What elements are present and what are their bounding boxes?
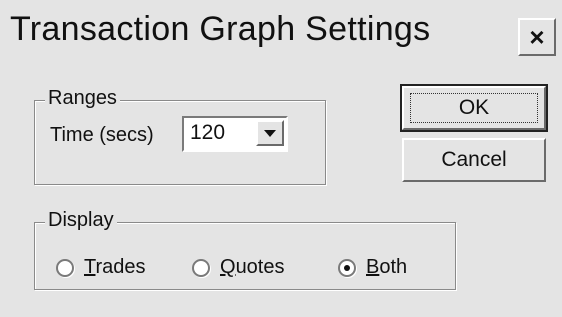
radio-trades-label: Trades (84, 256, 146, 278)
title-bar: Transaction Graph Settings × (0, 0, 562, 78)
ok-button-label: OK (458, 96, 490, 119)
chevron-down-icon (264, 130, 276, 137)
window-title: Transaction Graph Settings (10, 10, 431, 48)
radio-both-label: Both (366, 256, 408, 278)
ranges-group-label: Ranges (45, 87, 120, 110)
cancel-button-label: Cancel (441, 148, 507, 171)
transaction-graph-settings-dialog: Transaction Graph Settings × Ranges Time… (0, 0, 562, 317)
radio-both[interactable]: Both (338, 256, 407, 279)
radio-quotes-label: Quotes (220, 256, 285, 278)
ok-button[interactable]: OK (400, 84, 548, 132)
time-value: 120 (190, 121, 226, 144)
close-icon: × (529, 22, 545, 52)
radio-trades[interactable]: Trades (56, 256, 146, 279)
radio-quotes-indicator (192, 258, 210, 277)
close-button[interactable]: × (518, 18, 556, 56)
dropdown-button[interactable] (256, 120, 284, 146)
display-group-label: Display (45, 209, 117, 232)
time-combobox[interactable]: 120 (182, 116, 288, 152)
radio-both-indicator (338, 258, 356, 277)
cancel-button[interactable]: Cancel (402, 138, 546, 182)
radio-trades-indicator (56, 258, 74, 277)
time-label: Time (secs) (50, 124, 154, 146)
radio-quotes[interactable]: Quotes (192, 256, 285, 279)
